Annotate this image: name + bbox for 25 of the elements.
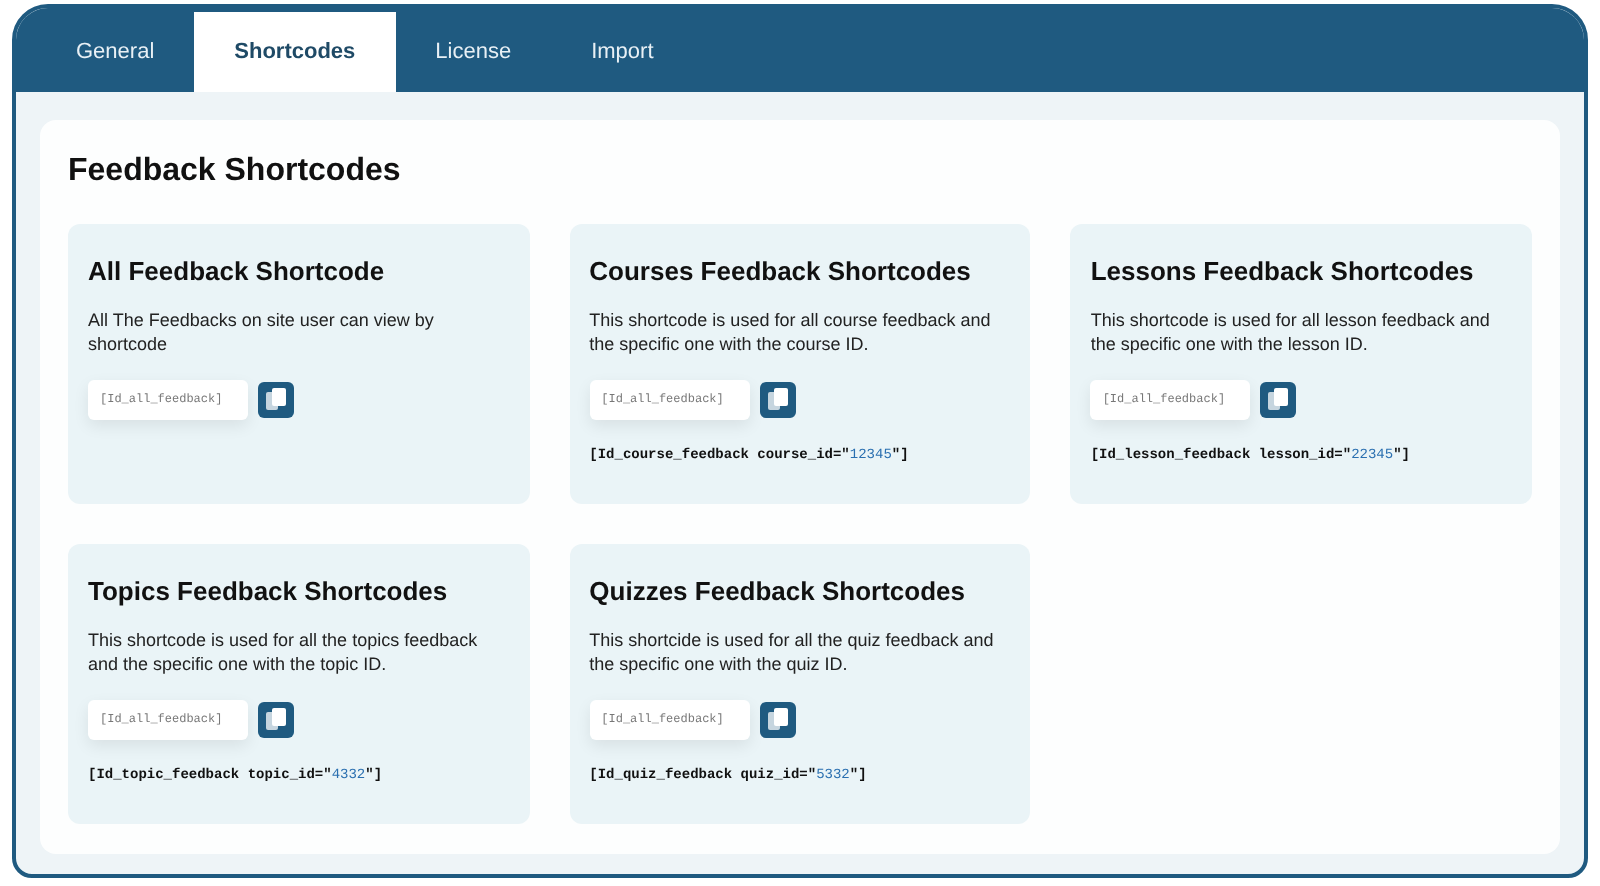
copy-button[interactable]	[258, 381, 294, 418]
tab[interactable]: General	[36, 12, 195, 92]
card-description: This shortcode is used for all lesson feedback and the specific one with the lesson ID.	[1090, 307, 1492, 356]
card-title: Courses Feedback Shortcodes	[589, 254, 973, 290]
card-description: All The Feedbacks on site user can view by shortcode	[88, 307, 436, 356]
copy-button[interactable]	[759, 701, 796, 738]
card-title: Quizzes Feedback Shortcodes	[589, 574, 967, 610]
tab[interactable]: Import	[551, 12, 694, 92]
tab[interactable]: License	[395, 12, 552, 92]
tab[interactable]: Shortcodes	[194, 12, 396, 92]
copy-icon	[1268, 388, 1289, 411]
card-title: Topics Feedback Shortcodes	[88, 574, 450, 610]
card-description: This shortcode is used for all course feedback and the specific one with the course ID.	[589, 307, 993, 356]
copy-button[interactable]	[258, 701, 294, 738]
copy-icon	[266, 388, 286, 411]
card-description: This shortcode is used for all the topics feedback and the specific one with the topic ID.	[88, 627, 480, 676]
card-title: Lessons Feedback Shortcodes	[1090, 254, 1476, 290]
copy-icon	[767, 388, 788, 411]
copy-button[interactable]	[759, 381, 796, 418]
copy-button[interactable]	[1260, 381, 1297, 418]
copy-icon	[266, 708, 286, 731]
panel-title: Feedback Shortcodes	[68, 152, 403, 192]
copy-icon	[767, 708, 788, 731]
card-title: All Feedback Shortcode	[88, 254, 387, 290]
card-description: This shortcide is used for all the quiz feedback and the specific one with the quiz ID.	[589, 627, 996, 676]
